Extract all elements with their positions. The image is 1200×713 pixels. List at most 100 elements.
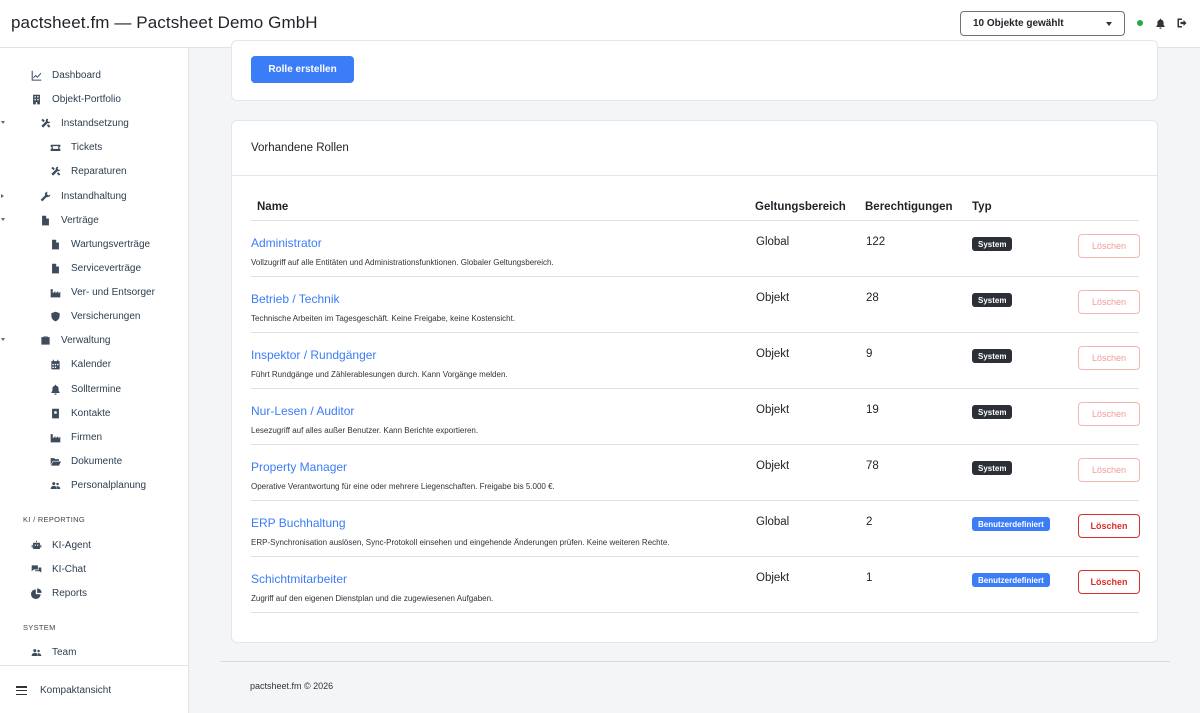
table-row: Nur-Lesen / Auditor Lesezugriff auf alles… xyxy=(251,389,1140,445)
sidebar-item-servicevertrage[interactable]: Serviceverträge xyxy=(49,258,141,278)
file-icon xyxy=(49,262,61,274)
role-scope: Global xyxy=(756,236,790,248)
delete-role-button: Löschen xyxy=(1078,290,1140,314)
role-name-link[interactable]: Property Manager xyxy=(251,460,347,474)
sidebar-item-instandsetzung[interactable]: Instandsetzung xyxy=(39,113,129,133)
sidebar-item-label: Solltermine xyxy=(71,383,122,395)
role-description: Führt Rundgänge und Zählerablesungen dur… xyxy=(251,370,508,379)
delete-role-button: Löschen xyxy=(1078,234,1140,258)
table-row: Property Manager Operative Verantwortung … xyxy=(251,445,1140,501)
sidebar-item-label: Reports xyxy=(52,587,88,599)
sidebar-item-label: Instandsetzung xyxy=(61,117,129,129)
sidebar-item-ki-agent[interactable]: KI-Agent xyxy=(30,535,91,555)
comments-icon xyxy=(30,563,42,575)
sidebar-item-kalender[interactable]: Kalender xyxy=(49,354,111,374)
role-name-link[interactable]: Inspektor / Rundgänger xyxy=(251,348,376,362)
object-select[interactable]: 10 Objekte gewählt xyxy=(960,11,1125,36)
folder-open-icon xyxy=(49,455,61,467)
section-label-ki-reporting: KI / REPORTING xyxy=(23,515,85,524)
sidebar-item-dashboard[interactable]: Dashboard xyxy=(30,65,101,85)
sidebar-item-label: Dashboard xyxy=(52,69,101,81)
industry-icon xyxy=(49,431,61,443)
role-permission-count: 2 xyxy=(866,516,873,528)
sidebar-item-instandhaltung[interactable]: Instandhaltung xyxy=(39,186,127,206)
calendar-icon xyxy=(49,358,61,370)
role-description: Technische Arbeiten im Tagesgeschäft. Ke… xyxy=(251,314,516,323)
footer-copyright: pactsheet.fm © 2026 xyxy=(250,681,334,691)
sidebar-item-label: KI-Chat xyxy=(52,563,86,575)
tools-icon xyxy=(49,165,61,177)
sidebar-item-vertrage[interactable]: Verträge xyxy=(39,210,99,230)
role-type-badge: Benutzerdefiniert xyxy=(972,573,1050,587)
table-row: Schichtmitarbeiter Zugriff auf den eigene… xyxy=(251,557,1140,613)
delete-role-button[interactable]: Löschen xyxy=(1078,514,1140,538)
sidebar-item-personalplanung[interactable]: Personalplanung xyxy=(49,475,146,495)
sidebar-item-dokumente[interactable]: Dokumente xyxy=(49,451,122,471)
role-scope: Objekt xyxy=(756,292,790,304)
role-permission-count: 78 xyxy=(866,460,879,472)
role-permission-count: 1 xyxy=(866,572,873,584)
sidebar-item-solltermine[interactable]: Solltermine xyxy=(49,379,121,399)
sidebar-item-firmen[interactable]: Firmen xyxy=(49,427,102,447)
role-scope: Objekt xyxy=(756,572,790,584)
file-icon xyxy=(49,238,61,250)
role-description: ERP-Synchronisation auslösen, Sync-Proto… xyxy=(251,538,670,547)
wrench-icon xyxy=(39,190,51,202)
users-icon xyxy=(49,479,61,491)
role-permission-count: 19 xyxy=(866,404,879,416)
column-header-permissions: Berechtigungen xyxy=(865,201,953,213)
sidebar-item-reports[interactable]: Reports xyxy=(30,583,87,603)
sidebar-item-ki-chat[interactable]: KI-Chat xyxy=(30,559,86,579)
sidebar-item-objekt-portfolio[interactable]: Objekt-Portfolio xyxy=(30,89,121,109)
sidebar-item-tickets[interactable]: Tickets xyxy=(49,137,102,157)
role-description: Lesezugriff auf alles außer Benutzer. Ka… xyxy=(251,426,479,435)
sidebar-item-wartungsvertrage[interactable]: Wartungsverträge xyxy=(49,234,150,254)
bell-icon[interactable] xyxy=(1155,18,1166,29)
logout-icon[interactable] xyxy=(1176,17,1188,29)
bell-icon xyxy=(49,383,61,395)
roles-card-header: Vorhandene Rollen xyxy=(232,121,1157,176)
role-description: Vollzugriff auf alle Entitäten und Admin… xyxy=(251,258,554,267)
industry-icon xyxy=(49,286,61,298)
sidebar-item-versicherungen[interactable]: Versicherungen xyxy=(49,306,141,326)
delete-role-button: Löschen xyxy=(1078,458,1140,482)
role-name-link[interactable]: Administrator xyxy=(251,236,322,250)
role-scope: Objekt xyxy=(756,460,790,472)
robot-icon xyxy=(30,539,42,551)
create-role-button[interactable]: Rolle erstellen xyxy=(251,56,354,83)
chevron-down-icon[interactable] xyxy=(1,218,5,221)
table-row: Administrator Vollzugriff auf alle Entitä… xyxy=(251,221,1140,277)
compact-view-toggle[interactable]: Kompaktansicht xyxy=(16,685,111,696)
role-permission-count: 9 xyxy=(866,348,873,360)
role-name-link[interactable]: Nur-Lesen / Auditor xyxy=(251,404,354,418)
sidebar-item-reparaturen[interactable]: Reparaturen xyxy=(49,161,127,181)
sidebar-item-label: Verwaltung xyxy=(61,334,111,346)
sidebar-item-label: Serviceverträge xyxy=(71,262,142,274)
role-type-badge: System xyxy=(972,405,1013,419)
sidebar-item-team[interactable]: Team xyxy=(30,642,76,662)
chevron-down-icon[interactable] xyxy=(1,121,5,124)
sidebar-item-label: Instandhaltung xyxy=(61,190,127,202)
sidebar-item-verwaltung[interactable]: Verwaltung xyxy=(39,330,110,350)
chevron-down-icon[interactable] xyxy=(1,338,5,341)
table-row: Betrieb / Technik Technische Arbeiten im … xyxy=(251,277,1140,333)
role-scope: Objekt xyxy=(756,348,790,360)
sidebar-item-label: Team xyxy=(52,646,77,658)
role-name-link[interactable]: Schichtmitarbeiter xyxy=(251,572,347,586)
sidebar-item-label: KI-Agent xyxy=(52,539,91,551)
role-description: Zugriff auf den eigenen Dienstplan und d… xyxy=(251,594,494,603)
role-name-link[interactable]: Betrieb / Technik xyxy=(251,292,340,306)
sidebar-item-label: Dokumente xyxy=(71,455,123,467)
delete-role-button[interactable]: Löschen xyxy=(1078,570,1140,594)
role-type-badge: System xyxy=(972,293,1013,307)
sidebar: KI / REPORTING SYSTEM Kompaktansicht Das… xyxy=(0,48,189,713)
sidebar-item-ver-und-entsorger[interactable]: Ver- und Entsorger xyxy=(49,282,155,302)
role-name-link[interactable]: ERP Buchhaltung xyxy=(251,516,346,530)
sidebar-item-kontakte[interactable]: Kontakte xyxy=(49,403,110,423)
sidebar-item-label: Wartungsverträge xyxy=(71,238,151,250)
app-title: pactsheet.fm — Pactsheet Demo GmbH xyxy=(11,13,318,32)
building-icon xyxy=(30,93,42,105)
sidebar-item-label: Firmen xyxy=(71,431,103,443)
role-permission-count: 122 xyxy=(866,236,886,248)
chevron-right-icon[interactable] xyxy=(1,194,4,198)
